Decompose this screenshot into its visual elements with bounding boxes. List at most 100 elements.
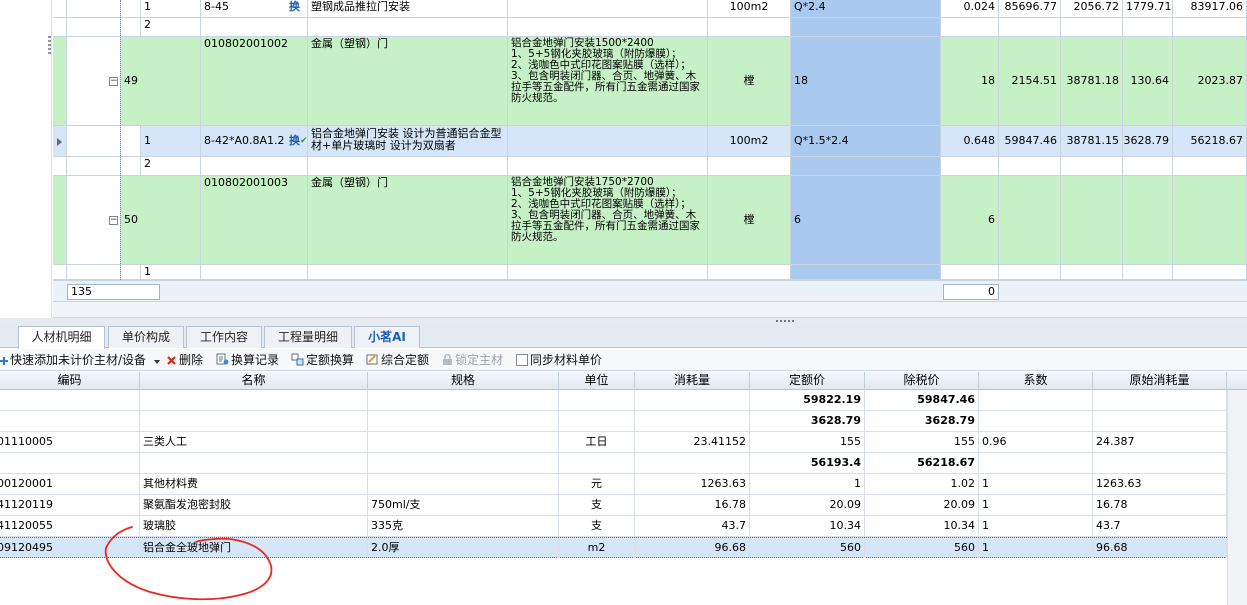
- cell-tax[interactable]: 1.02: [865, 474, 979, 494]
- cell-code[interactable]: 41120055: [0, 516, 140, 536]
- cell-unit[interactable]: [559, 390, 635, 410]
- cell-quota[interactable]: 56193.4: [750, 453, 865, 473]
- tab-3[interactable]: 工程量明细: [264, 326, 352, 348]
- cell-consume[interactable]: [635, 411, 750, 431]
- quota-quantity[interactable]: [941, 18, 999, 37]
- cell-name[interactable]: 玻璃胶: [140, 516, 368, 536]
- cell-quota[interactable]: 1: [750, 474, 865, 494]
- panel-grip[interactable]: [48, 36, 51, 54]
- cell-quota[interactable]: 155: [750, 432, 865, 452]
- huan-cell[interactable]: 换: [286, 0, 308, 18]
- quota-sub-row[interactable]: 1 8-42*A0.8A1.2 换 ✔ 铝合金地弹门安装 设计为普通铝合金型材+单片玻璃…: [53, 126, 1247, 157]
- cell-orig[interactable]: 1263.63: [1093, 474, 1227, 494]
- quota-unit[interactable]: 100m2: [708, 126, 791, 157]
- row-indicator[interactable]: [53, 18, 67, 37]
- cell-tax[interactable]: 59847.46: [865, 390, 979, 410]
- cell-code[interactable]: 09120495: [0, 538, 140, 558]
- tab-4[interactable]: 小茗AI: [354, 326, 420, 348]
- splitter-grip-icon[interactable]: [776, 320, 796, 322]
- cell-coef[interactable]: [979, 411, 1093, 431]
- huan-cell[interactable]: [286, 265, 308, 280]
- cell-quota[interactable]: 3628.79: [750, 411, 865, 431]
- column-header-quota[interactable]: 定额价: [750, 372, 865, 390]
- lock-main-material-button[interactable]: 锁定主材: [442, 352, 503, 368]
- sync-price-checkbox[interactable]: 同步材料单价: [516, 352, 602, 368]
- checkbox-icon[interactable]: [516, 354, 528, 366]
- cell-name[interactable]: 其他材料费: [140, 474, 368, 494]
- cell-consume[interactable]: 1263.63: [635, 474, 750, 494]
- huan-cell[interactable]: [286, 157, 308, 176]
- item-code[interactable]: 010802001003: [201, 176, 308, 265]
- cell-unit[interactable]: [559, 411, 635, 431]
- swap-record-button[interactable]: 换算记录: [216, 352, 279, 368]
- cell-orig[interactable]: [1093, 390, 1227, 410]
- column-header-unit[interactable]: 单位: [559, 372, 635, 390]
- cell-coef[interactable]: 1: [979, 474, 1093, 494]
- quota-name[interactable]: [308, 157, 508, 176]
- cell-spec[interactable]: [368, 390, 559, 410]
- cell-coef[interactable]: 1: [979, 516, 1093, 536]
- cell-tax[interactable]: 20.09: [865, 495, 979, 515]
- cell-orig[interactable]: [1093, 453, 1227, 473]
- cell-code[interactable]: 00120001: [0, 474, 140, 494]
- cell-quota[interactable]: 560: [750, 538, 865, 558]
- cell-code[interactable]: 41120119: [0, 495, 140, 515]
- huan-icon[interactable]: 换: [289, 0, 300, 13]
- quota-expression[interactable]: Q*1.5*2.4: [791, 126, 941, 157]
- cell-consume[interactable]: 23.41152: [635, 432, 750, 452]
- quantity-expression[interactable]: 18: [791, 37, 941, 126]
- cell-consume[interactable]: [635, 453, 750, 473]
- horizontal-scrollbar[interactable]: [53, 302, 1247, 318]
- cell-spec[interactable]: [368, 432, 559, 452]
- quota-spec[interactable]: [508, 265, 708, 280]
- column-header-coef[interactable]: 系数: [979, 372, 1093, 390]
- quota-spec[interactable]: [508, 126, 708, 157]
- column-header-tax[interactable]: 除税价: [865, 372, 979, 390]
- row-indicator[interactable]: [53, 37, 67, 126]
- bill-item-row[interactable]: 50 010802001003 金属（塑钢）门 铝合金地弹门安装1750*2700 1…: [53, 176, 1247, 265]
- quota-swap-button[interactable]: 定额换算: [291, 352, 354, 368]
- total-box[interactable]: 0: [943, 284, 999, 300]
- cell-code[interactable]: 01110005: [0, 432, 140, 452]
- quota-unit[interactable]: [708, 157, 791, 176]
- cell-orig[interactable]: [1093, 411, 1227, 431]
- column-header-consume[interactable]: 消耗量: [635, 372, 750, 390]
- cell-quota[interactable]: 20.09: [750, 495, 865, 515]
- quota-unit[interactable]: [708, 18, 791, 37]
- item-spec[interactable]: 铝合金地弹门安装1750*2700 1、5+5钢化夹胶玻璃（附防爆膜）； 2、浅…: [508, 176, 708, 265]
- cell-code[interactable]: [0, 411, 140, 431]
- huan-cell[interactable]: [286, 18, 308, 37]
- row-indicator[interactable]: [53, 176, 67, 265]
- table-row[interactable]: 41120119 聚氨酯发泡密封胶 750ml/支支 16.78 20.09 20.09 1…: [0, 495, 1247, 516]
- dropdown-icon[interactable]: [153, 358, 161, 366]
- quota-expression[interactable]: [791, 265, 941, 280]
- cell-quota[interactable]: 10.34: [750, 516, 865, 536]
- column-header-code[interactable]: 编码: [0, 372, 140, 390]
- quota-sub-row[interactable]: 1 8-45 换塑钢成品推拉门安装 100m2 Q*2.4 0.024 85696.77 20…: [53, 0, 1247, 18]
- cell-spec[interactable]: [368, 474, 559, 494]
- quota-quantity[interactable]: [941, 265, 999, 280]
- cell-coef[interactable]: 0.96: [979, 432, 1093, 452]
- cell-tax[interactable]: 3628.79: [865, 411, 979, 431]
- cell-tax[interactable]: 56218.67: [865, 453, 979, 473]
- quota-expression[interactable]: Q*2.4: [791, 0, 941, 18]
- cell-code[interactable]: [0, 453, 140, 473]
- cell-spec[interactable]: [368, 453, 559, 473]
- collapse-icon[interactable]: −: [109, 76, 118, 86]
- huan-cell[interactable]: 换 ✔: [286, 126, 308, 157]
- quota-spec[interactable]: [508, 157, 708, 176]
- cell-name[interactable]: [140, 390, 368, 410]
- cell-coef[interactable]: [979, 453, 1093, 473]
- bill-item-row[interactable]: 49 010802001002 金属（塑钢）门 铝合金地弹门安装1500*2400 1…: [53, 37, 1247, 126]
- cell-orig[interactable]: 43.7: [1093, 516, 1227, 536]
- cell-quota[interactable]: 59822.19: [750, 390, 865, 410]
- row-indicator[interactable]: [53, 126, 67, 157]
- item-name[interactable]: 金属（塑钢）门: [308, 37, 508, 126]
- row-indicator[interactable]: [53, 157, 67, 176]
- quota-expression[interactable]: [791, 18, 941, 37]
- table-row[interactable]: 01110005 三类人工 工日 23.41152 155 155 0.96 24.387: [0, 432, 1247, 453]
- huan-icon[interactable]: 换: [289, 135, 300, 147]
- cell-unit[interactable]: 工日: [559, 432, 635, 452]
- cell-unit[interactable]: 支: [559, 495, 635, 515]
- quota-sub-row[interactable]: 1: [53, 265, 1247, 280]
